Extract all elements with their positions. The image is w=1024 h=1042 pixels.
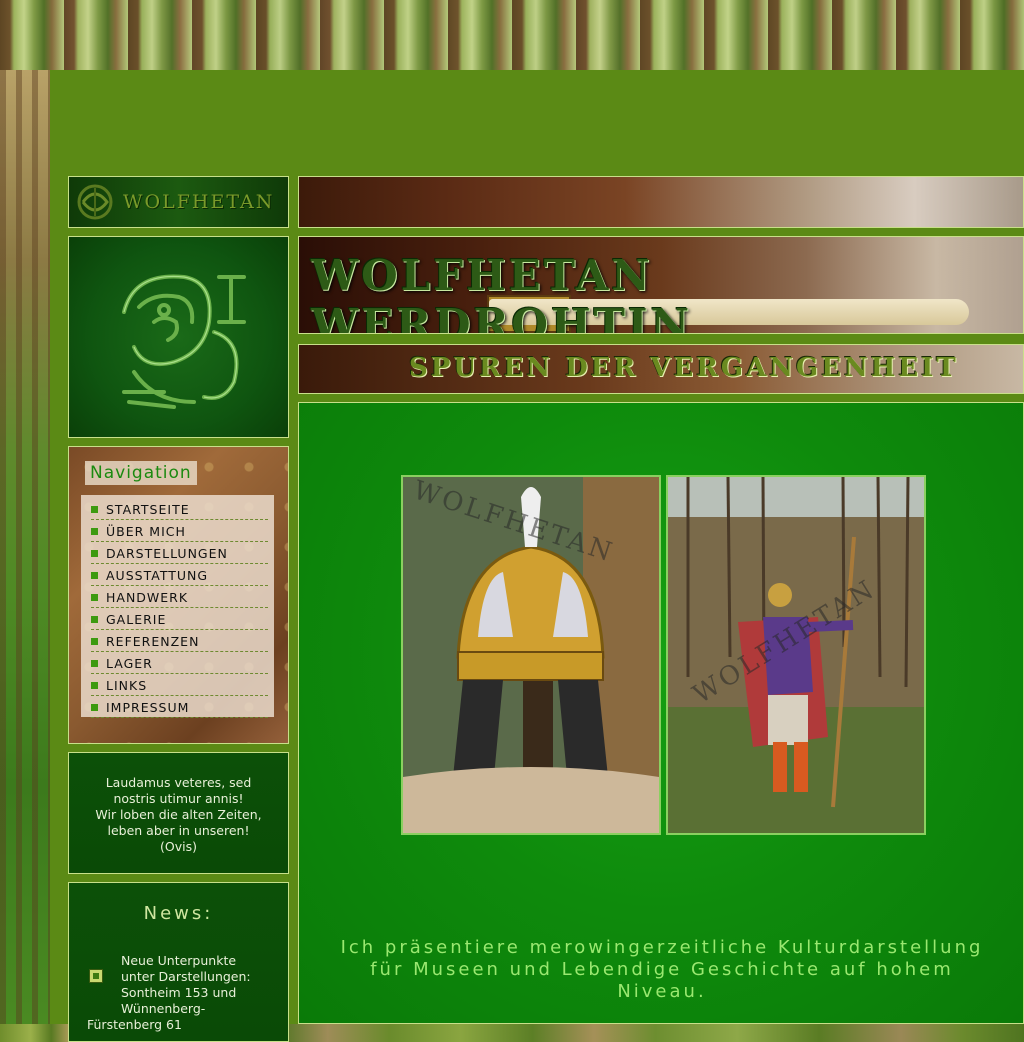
latin-quote-box: Laudamus veteres, sed nostris utimur ann… xyxy=(68,752,289,874)
site-logo-small[interactable]: WOLFHETAN xyxy=(68,176,289,228)
nav-item-label: REFERENZEN xyxy=(106,633,200,649)
intro-text: Ich präsentiere merowingerzeitliche Kult… xyxy=(299,937,1024,1003)
navigation-box: Navigation STARTSEITE ÜBER MICH DARSTELL… xyxy=(68,446,289,744)
navigation-title: Navigation xyxy=(85,461,197,485)
nav-item-label: HANDWERK xyxy=(106,589,189,605)
nav-item-label: STARTSEITE xyxy=(106,501,190,517)
warrior-photo[interactable]: WOLFHETAN xyxy=(666,475,926,835)
nav-bullet-icon xyxy=(91,527,98,535)
logo-small-text: WOLFHETAN xyxy=(123,191,275,213)
quote-line: (Ovis) xyxy=(160,839,197,854)
news-title: News: xyxy=(143,903,214,924)
news-item[interactable]: Neue Unterpunkte unter Darstellungen: So… xyxy=(87,953,280,1033)
nav-item-label: DARSTELLUNGEN xyxy=(106,545,228,561)
news-line: Wünnenberg- xyxy=(121,1001,206,1016)
nav-item-links[interactable]: LINKS xyxy=(91,675,268,696)
nav-bullet-icon xyxy=(91,659,98,667)
header-banner-subtitle: SPUREN DER VERGANGENHEIT xyxy=(298,344,1024,394)
forest-background-top xyxy=(0,0,1024,70)
nav-item-label: GALERIE xyxy=(106,611,167,627)
forest-background-left xyxy=(0,70,50,1024)
header-banner-title: WOLFHETAN WERDROHTIN xyxy=(298,236,1024,334)
celtic-knot-logo-icon xyxy=(77,184,113,220)
news-line: unter Darstellungen: xyxy=(121,969,251,984)
warrior-illustration xyxy=(668,477,924,833)
nav-item-referenzen[interactable]: REFERENZEN xyxy=(91,631,268,652)
nav-bullet-icon xyxy=(91,505,98,513)
quote-line: Laudamus veteres, sed xyxy=(105,775,252,790)
nav-item-lager[interactable]: LAGER xyxy=(91,653,268,674)
nav-item-galerie[interactable]: GALERIE xyxy=(91,609,268,630)
main-content: WOLFHETAN WOLFHETAN Ich präsentiere mero… xyxy=(298,402,1024,1024)
nav-bullet-icon xyxy=(91,549,98,557)
nav-item-darstellungen[interactable]: DARSTELLUNGEN xyxy=(91,543,268,564)
nav-bullet-icon xyxy=(91,571,98,579)
quote-line: Wir loben die alten Zeiten, xyxy=(95,807,262,822)
nav-item-label: LINKS xyxy=(106,677,148,693)
helmet-photo[interactable]: WOLFHETAN xyxy=(401,475,661,835)
nav-item-ausstattung[interactable]: AUSSTATTUNG xyxy=(91,565,268,586)
nav-bullet-icon xyxy=(91,637,98,645)
news-line: Fürstenberg 61 xyxy=(87,1017,182,1032)
nav-item-label: AUSSTATTUNG xyxy=(106,567,209,583)
news-box: News: Neue Unterpunkte unter Darstellung… xyxy=(68,882,289,1042)
navigation-list: STARTSEITE ÜBER MICH DARSTELLUNGEN AUSST… xyxy=(81,495,274,718)
news-line: Sontheim 153 und xyxy=(121,985,237,1000)
header-banner-top xyxy=(298,176,1024,228)
site-title: WOLFHETAN WERDROHTIN xyxy=(311,251,692,334)
nav-item-label: ÜBER MICH xyxy=(106,523,186,539)
news-line: Neue Unterpunkte xyxy=(121,953,237,968)
wolf-emblem-icon xyxy=(121,274,246,409)
nav-bullet-icon xyxy=(91,703,98,711)
nav-item-ueber-mich[interactable]: ÜBER MICH xyxy=(91,521,268,542)
intro-line: für Museen und Lebendige Geschichte auf … xyxy=(370,959,954,980)
nav-bullet-icon xyxy=(91,593,98,601)
nav-item-impressum[interactable]: IMPRESSUM xyxy=(91,697,268,718)
nav-bullet-icon xyxy=(91,615,98,623)
nav-item-label: IMPRESSUM xyxy=(106,699,190,715)
page-container: WOLFHETAN Navigation STARTSEITE ÜBER MIC… xyxy=(50,70,1024,1042)
nav-bullet-icon xyxy=(91,681,98,689)
nav-item-startseite[interactable]: STARTSEITE xyxy=(91,499,268,520)
nav-item-handwerk[interactable]: HANDWERK xyxy=(91,587,268,608)
nav-item-label: LAGER xyxy=(106,655,153,671)
news-item-icon xyxy=(89,969,103,983)
intro-line: Niveau. xyxy=(617,981,707,1002)
wolf-emblem xyxy=(68,236,289,438)
quote-line: leben aber in unseren! xyxy=(107,823,250,838)
intro-line: Ich präsentiere merowingerzeitliche Kult… xyxy=(340,937,984,958)
site-subtitle: SPUREN DER VERGANGENHEIT xyxy=(409,353,959,383)
quote-line: nostris utimur annis! xyxy=(113,791,244,806)
